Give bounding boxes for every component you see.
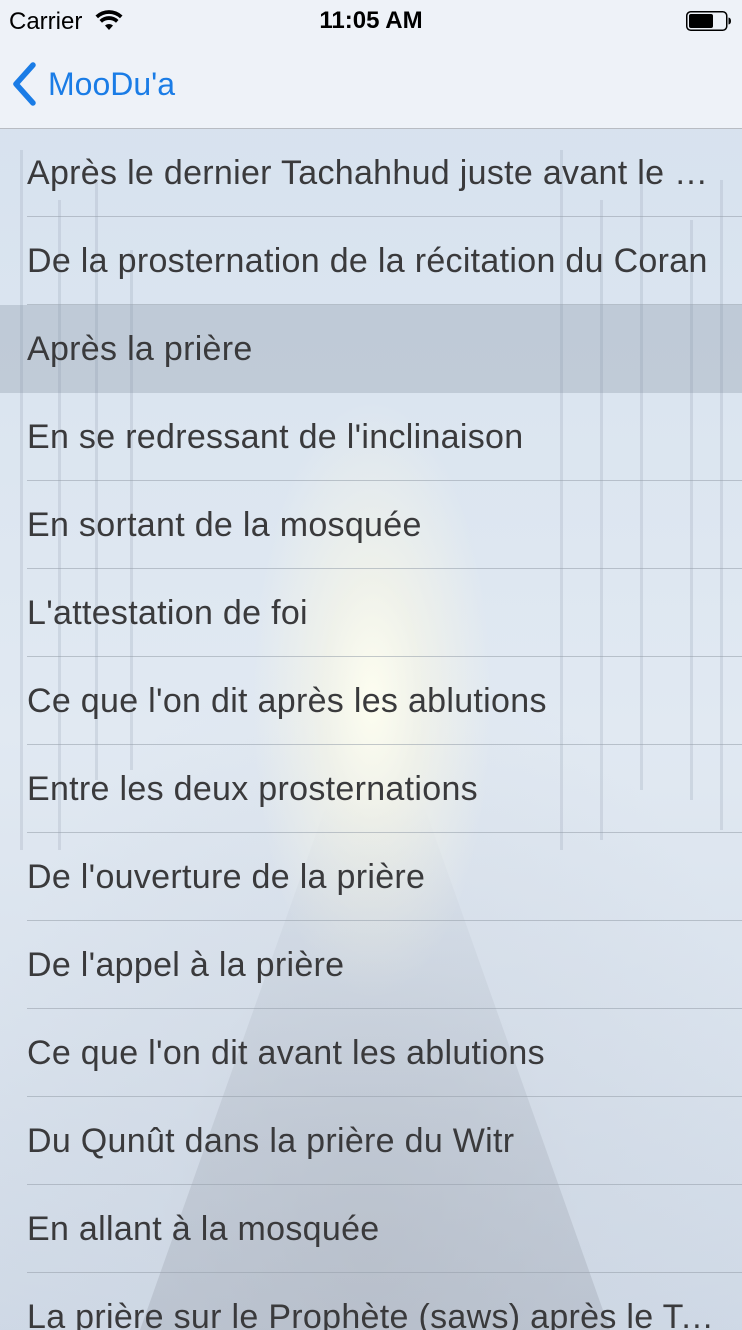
list-item[interactable]: Ce que l'on dit avant les ablutions: [0, 1009, 742, 1097]
list-item-label: Après la prière: [27, 330, 253, 368]
chevron-left-icon: [13, 62, 36, 106]
list-item-selected[interactable]: Après la prière: [0, 305, 742, 393]
navigation-bar: MooDu'a: [0, 40, 742, 129]
list-item[interactable]: De l'appel à la prière: [0, 921, 742, 1009]
clock-time: 11:05 AM: [319, 7, 423, 34]
list-item-label: De l'ouverture de la prière: [27, 858, 426, 896]
list-item[interactable]: De l'ouverture de la prière: [0, 833, 742, 921]
list-item[interactable]: Entre les deux prosternations: [0, 745, 742, 833]
list-item-label: Après le dernier Tachahhud juste avant l…: [27, 154, 717, 192]
list-item-label: Du Qunût dans la prière du Witr: [27, 1122, 515, 1160]
list-item-label: Ce que l'on dit après les ablutions: [27, 682, 547, 720]
list-item[interactable]: L'attestation de foi: [0, 569, 742, 657]
list-item[interactable]: En se redressant de l'inclinaison: [0, 393, 742, 481]
list-item[interactable]: En allant à la mosquée: [0, 1185, 742, 1273]
dua-list: Après le dernier Tachahhud juste avant l…: [0, 129, 742, 1330]
list-item-label: La prière sur le Prophète (saws) après l…: [27, 1298, 717, 1330]
back-button[interactable]: MooDu'a: [8, 60, 175, 108]
list-item-label: Entre les deux prosternations: [27, 770, 478, 808]
list-item[interactable]: Du Qunût dans la prière du Witr: [0, 1097, 742, 1185]
list-item[interactable]: En sortant de la mosquée: [0, 481, 742, 569]
list-item-label: En sortant de la mosquée: [27, 506, 422, 544]
list-item-label: En allant à la mosquée: [27, 1210, 380, 1248]
list-item-label: Ce que l'on dit avant les ablutions: [27, 1034, 545, 1072]
list-item[interactable]: Ce que l'on dit après les ablutions: [0, 657, 742, 745]
list-item-label: L'attestation de foi: [27, 594, 308, 632]
back-button-label: MooDu'a: [48, 65, 176, 102]
battery-icon: [686, 11, 731, 31]
list-item-label: De la prosternation de la récitation du …: [27, 242, 708, 280]
list-item-label: En se redressant de l'inclinaison: [27, 418, 524, 456]
list-item[interactable]: Après le dernier Tachahhud juste avant l…: [0, 129, 742, 217]
list-item[interactable]: De la prosternation de la récitation du …: [0, 217, 742, 305]
status-bar: Carrier 11:05 AM: [0, 0, 742, 40]
list-item[interactable]: La prière sur le Prophète (saws) après l…: [0, 1273, 742, 1330]
list-item-label: De l'appel à la prière: [27, 946, 345, 984]
